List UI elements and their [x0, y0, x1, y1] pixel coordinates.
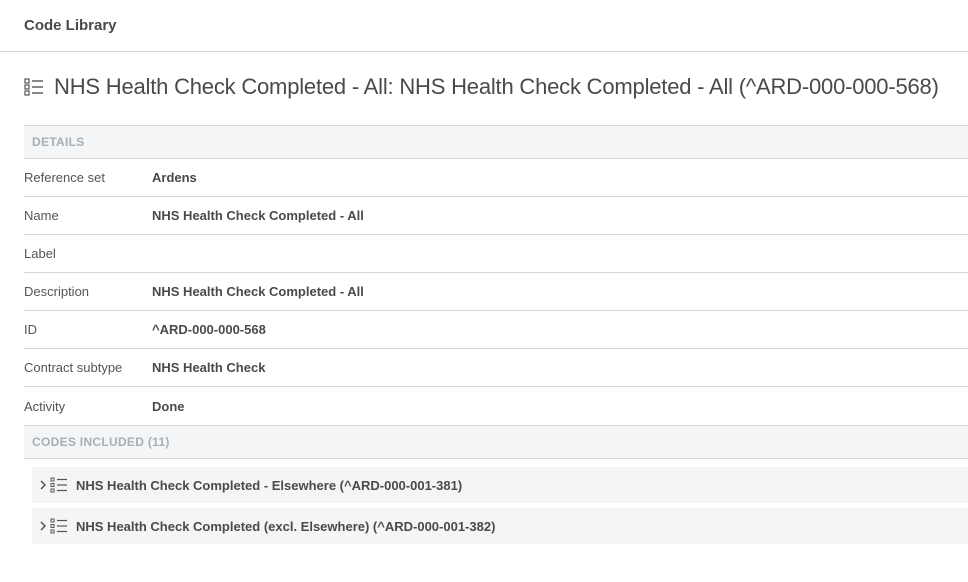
detail-label: Activity	[24, 398, 66, 414]
code-list-icon	[24, 78, 43, 96]
detail-value: NHS Health Check	[152, 360, 266, 375]
detail-row-description: Description NHS Health Check Completed -…	[24, 273, 968, 311]
detail-value: Ardens	[152, 170, 197, 185]
chevron-right-icon[interactable]	[38, 479, 48, 491]
code-item-label[interactable]: NHS Health Check Completed (excl. Elsewh…	[76, 519, 495, 534]
detail-label: Reference set	[24, 170, 105, 185]
topbar: Code Library	[0, 0, 968, 52]
page-heading: NHS Health Check Completed - All: NHS He…	[24, 74, 939, 100]
codes-section-header: CODES INCLUDED (11)	[24, 425, 968, 459]
chevron-right-icon[interactable]	[38, 520, 48, 532]
code-list-icon	[50, 477, 67, 493]
code-list-icon	[50, 518, 67, 534]
detail-value: Done	[152, 398, 185, 414]
detail-label: Description	[24, 284, 90, 299]
code-item-label[interactable]: NHS Health Check Completed - Elsewhere (…	[76, 478, 462, 493]
codes-list: NHS Health Check Completed - Elsewhere (…	[24, 459, 968, 544]
detail-label: ID	[24, 322, 37, 337]
details-section-header: DETAILS	[24, 125, 968, 159]
detail-value: ^ARD-000-000-568	[152, 322, 266, 337]
detail-row-id: ID ^ARD-000-000-568	[24, 311, 968, 349]
detail-value: NHS Health Check Completed - All	[152, 208, 364, 223]
detail-label: Contract subtype	[24, 360, 123, 375]
detail-row-label: Label	[24, 235, 968, 273]
code-item[interactable]: NHS Health Check Completed - Elsewhere (…	[32, 467, 968, 503]
detail-row-name: Name NHS Health Check Completed - All	[24, 197, 968, 235]
detail-row-contract-subtype: Contract subtype NHS Health Check	[24, 349, 968, 387]
code-item[interactable]: NHS Health Check Completed (excl. Elsewh…	[32, 508, 968, 544]
detail-label: Label	[24, 246, 56, 261]
detail-row-reference-set: Reference set Ardens	[24, 159, 968, 197]
detail-value: NHS Health Check Completed - All	[152, 284, 364, 299]
app-title: Code Library	[24, 17, 117, 34]
main-content: DETAILS Reference set Ardens Name NHS He…	[24, 125, 968, 549]
details-table: Reference set Ardens Name NHS Health Che…	[24, 159, 968, 425]
detail-row-activity: Activity Done	[24, 387, 968, 425]
page-title: NHS Health Check Completed - All: NHS He…	[54, 74, 939, 99]
detail-label: Name	[24, 208, 59, 223]
